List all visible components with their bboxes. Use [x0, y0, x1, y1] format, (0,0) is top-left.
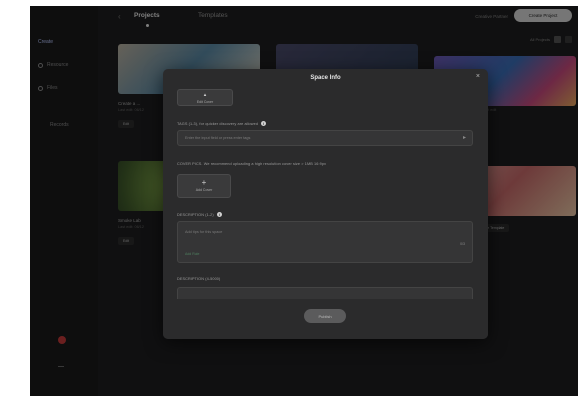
cover-label: COVER PICS. We recommend uploading a hig…	[177, 162, 327, 166]
tags-placeholder: Enter the input field or press enter tag…	[185, 136, 251, 140]
close-icon[interactable]: ×	[476, 73, 480, 80]
upload-label: Edit Cover	[196, 99, 214, 104]
description-label: DESCRIPTION (1-2) i	[177, 212, 222, 217]
add-rule-link[interactable]: Add Rule	[185, 252, 199, 256]
description-textarea[interactable]: Add tips for this space 0/3 Add Rule	[177, 221, 473, 263]
chevron-up-icon: ▴	[203, 91, 207, 98]
description-placeholder: Add tips for this space	[185, 230, 223, 234]
tags-label: TAGS (1-3), for quicker discovery are al…	[177, 121, 267, 126]
info-icon[interactable]: i	[216, 212, 222, 217]
add-cover-button[interactable]: + Add Cover	[177, 174, 231, 198]
plus-icon: +	[201, 178, 207, 187]
edit-cover-button[interactable]: ▴ Edit Cover	[177, 89, 233, 106]
modal-title: Space Info	[310, 75, 341, 81]
space-info-modal: Space Info × ▴ Edit Cover TAGS (1-3), fo…	[163, 69, 488, 339]
char-counter: 0/3	[460, 242, 465, 246]
publish-button[interactable]: Publish	[304, 309, 346, 323]
upload-label: Add Cover	[195, 188, 213, 192]
modal-footer: Publish	[163, 299, 488, 339]
long-description-label: DESCRIPTION (4-5000)	[177, 277, 221, 281]
info-icon[interactable]: i	[261, 121, 267, 126]
tags-select[interactable]: Enter the input field or press enter tag…	[177, 130, 473, 146]
chevron-down-icon: ▸	[462, 135, 466, 141]
